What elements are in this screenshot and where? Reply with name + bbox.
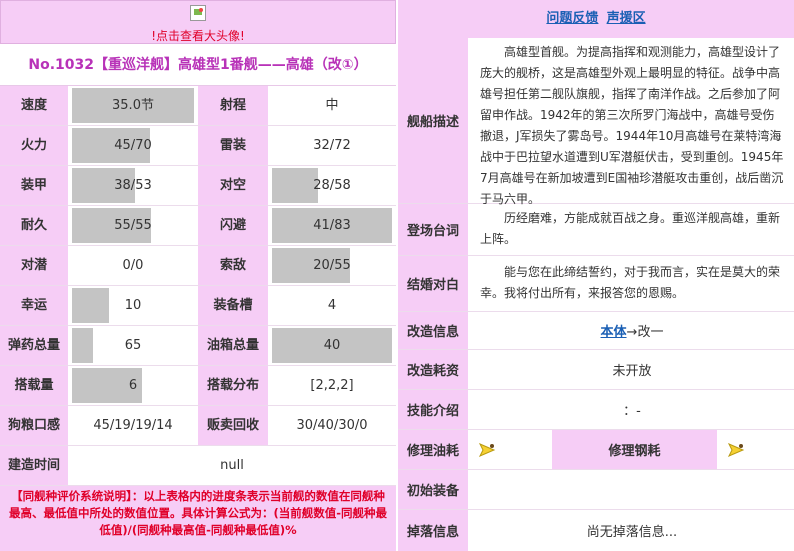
remodel-cost-value: 未开放	[612, 364, 652, 379]
stat-row: 速度 35.0节 射程 中	[0, 86, 396, 126]
repair-steel-value	[719, 430, 794, 469]
stat-label: 贩卖回收	[198, 406, 268, 445]
stat-value-hp: 55/55	[70, 206, 196, 245]
stat-label: 油箱总量	[198, 326, 268, 365]
ship-title: No.1032【重巡洋舰】高雄型1番舰——高雄（改①）	[0, 44, 396, 86]
ship-details-panel: 问题反馈 声援区 舰船描述 高雄型首舰。为提高指挥和观测能力，高雄型设计了庞大的…	[398, 0, 794, 551]
steel-icon	[727, 442, 745, 457]
drop-value: 尚无掉落信息...	[586, 525, 678, 540]
intro-row: 登场台词 历经磨难，方能成就百战之身。重巡洋舰高雄，重新上阵。	[398, 204, 794, 256]
stat-bar	[72, 288, 109, 323]
skill-row: 技能介绍 ：-	[398, 390, 794, 430]
stat-value-los: 20/55	[270, 246, 394, 285]
stat-value-aircraft-dist: [2,2,2]	[310, 378, 354, 393]
feedback-bar: 问题反馈 声援区	[398, 0, 794, 38]
stat-value-range: 中	[325, 98, 339, 113]
remodel-cost-row: 改造耗资 未开放	[398, 350, 794, 390]
stat-value-torpedo: 32/72	[313, 138, 351, 153]
stat-value-aa: 28/58	[270, 166, 394, 205]
stat-label: 狗粮口感	[0, 406, 68, 445]
desc-row: 舰船描述 高雄型首舰。为提高指挥和观测能力，高雄型设计了庞大的舰桥，这是高雄型外…	[398, 38, 794, 206]
stat-value-asw: 0/0	[122, 258, 144, 273]
remodel-rest: →改一	[626, 325, 664, 340]
stat-label: 对潜	[0, 246, 68, 285]
stat-label: 建造时间	[0, 446, 68, 485]
stat-row: 搭载量 6 搭载分布 [2,2,2]	[0, 366, 396, 406]
stat-label: 装甲	[0, 166, 68, 205]
desc-text: 高雄型首舰。为提高指挥和观测能力，高雄型设计了庞大的舰桥，这是高雄型外观上最明显…	[480, 45, 784, 206]
stat-bar	[72, 328, 93, 363]
stat-label: 闪避	[198, 206, 268, 245]
stat-row: 对潜 0/0 索敌 20/55	[0, 246, 396, 286]
stat-row: 耐久 55/55 闪避 41/83	[0, 206, 396, 246]
stat-row: 幸运 10 装备槽 4	[0, 286, 396, 326]
drop-label: 掉落信息	[398, 510, 468, 551]
repair-fuel-value	[470, 430, 550, 469]
remodel-value: 本体 →改一	[470, 312, 794, 349]
remodel-row: 改造信息 本体 →改一	[398, 312, 794, 350]
stat-label: 耐久	[0, 206, 68, 245]
remodel-base-link[interactable]: 本体	[601, 321, 627, 340]
intro-text: 历经磨难，方能成就百战之身。重巡洋舰高雄，重新上阵。	[480, 211, 781, 246]
stat-value-evasion: 41/83	[270, 206, 394, 245]
stat-label: 火力	[0, 126, 68, 165]
stat-row: 建造时间 null	[0, 446, 396, 486]
stat-label: 索敌	[198, 246, 268, 285]
stat-row: 装甲 38/53 对空 28/58	[0, 166, 396, 206]
stat-row: 弹药总量 65 油箱总量 40	[0, 326, 396, 366]
stat-value-slots: 4	[327, 298, 337, 313]
repair-row: 修理油耗 修理钢耗	[398, 430, 794, 470]
stat-row: 狗粮口感 45/19/19/14 贩卖回收 30/40/30/0	[0, 406, 396, 446]
issue-feedback-link[interactable]: 问题反馈	[546, 11, 598, 26]
desc-label: 舰船描述	[398, 38, 468, 203]
stat-label: 速度	[0, 86, 68, 125]
skill-value: ：-	[623, 404, 641, 419]
intro-label: 登场台词	[398, 204, 468, 255]
initial-equip-label: 初始装备	[398, 470, 468, 509]
initial-equip-value	[470, 470, 794, 509]
fuel-icon	[478, 442, 496, 457]
drop-row: 掉落信息 尚无掉落信息...	[398, 510, 794, 551]
stat-value-scrap: 30/40/30/0	[296, 418, 368, 433]
remodel-cost-label: 改造耗资	[398, 350, 468, 389]
stat-label: 弹药总量	[0, 326, 68, 365]
avatar-box: !点击查看大头像!	[0, 0, 396, 44]
repair-steel-label: 修理钢耗	[552, 430, 717, 469]
stat-value-speed: 35.0节	[70, 86, 196, 125]
stat-value-luck: 10	[70, 286, 196, 325]
stat-label: 射程	[198, 86, 268, 125]
stat-value-ammo: 65	[70, 326, 196, 365]
stat-label: 对空	[198, 166, 268, 205]
voice-area-link[interactable]: 声援区	[607, 11, 646, 26]
stat-value-build-time: null	[220, 458, 244, 473]
stat-value-armor: 38/53	[70, 166, 196, 205]
stat-label: 幸运	[0, 286, 68, 325]
stat-row: 火力 45/70 雷装 32/72	[0, 126, 396, 166]
stat-value-fuel: 40	[270, 326, 394, 365]
marriage-text: 能与您在此缔结誓约，对于我而言，实在是莫大的荣幸。我将付出所有，来报答您的恩赐。	[480, 265, 781, 300]
initial-equip-row: 初始装备	[398, 470, 794, 510]
stat-label: 搭载分布	[198, 366, 268, 405]
stat-bar	[272, 168, 318, 203]
rating-system-note: 【同舰种评价系统说明】：以上表格内的进度条表示当前舰的数值在同舰种最高、最低值中…	[0, 486, 396, 551]
ship-stats-panel: !点击查看大头像! No.1032【重巡洋舰】高雄型1番舰——高雄（改①） 速度…	[0, 0, 396, 551]
repair-fuel-label: 修理油耗	[398, 430, 468, 469]
stat-value-firepower: 45/70	[70, 126, 196, 165]
stat-label: 雷装	[198, 126, 268, 165]
stat-value-aircraft: 6	[70, 366, 196, 405]
view-large-avatar-link[interactable]: !点击查看大头像!	[1, 27, 395, 44]
stat-label: 装备槽	[198, 286, 268, 325]
stat-value-taste: 45/19/19/14	[93, 418, 173, 433]
skill-label: 技能介绍	[398, 390, 468, 429]
broken-image-icon[interactable]	[190, 5, 206, 21]
remodel-label: 改造信息	[398, 312, 468, 349]
marriage-label: 结婚对白	[398, 256, 468, 311]
marriage-row: 结婚对白 能与您在此缔结誓约，对于我而言，实在是莫大的荣幸。我将付出所有，来报答…	[398, 256, 794, 312]
stat-label: 搭载量	[0, 366, 68, 405]
